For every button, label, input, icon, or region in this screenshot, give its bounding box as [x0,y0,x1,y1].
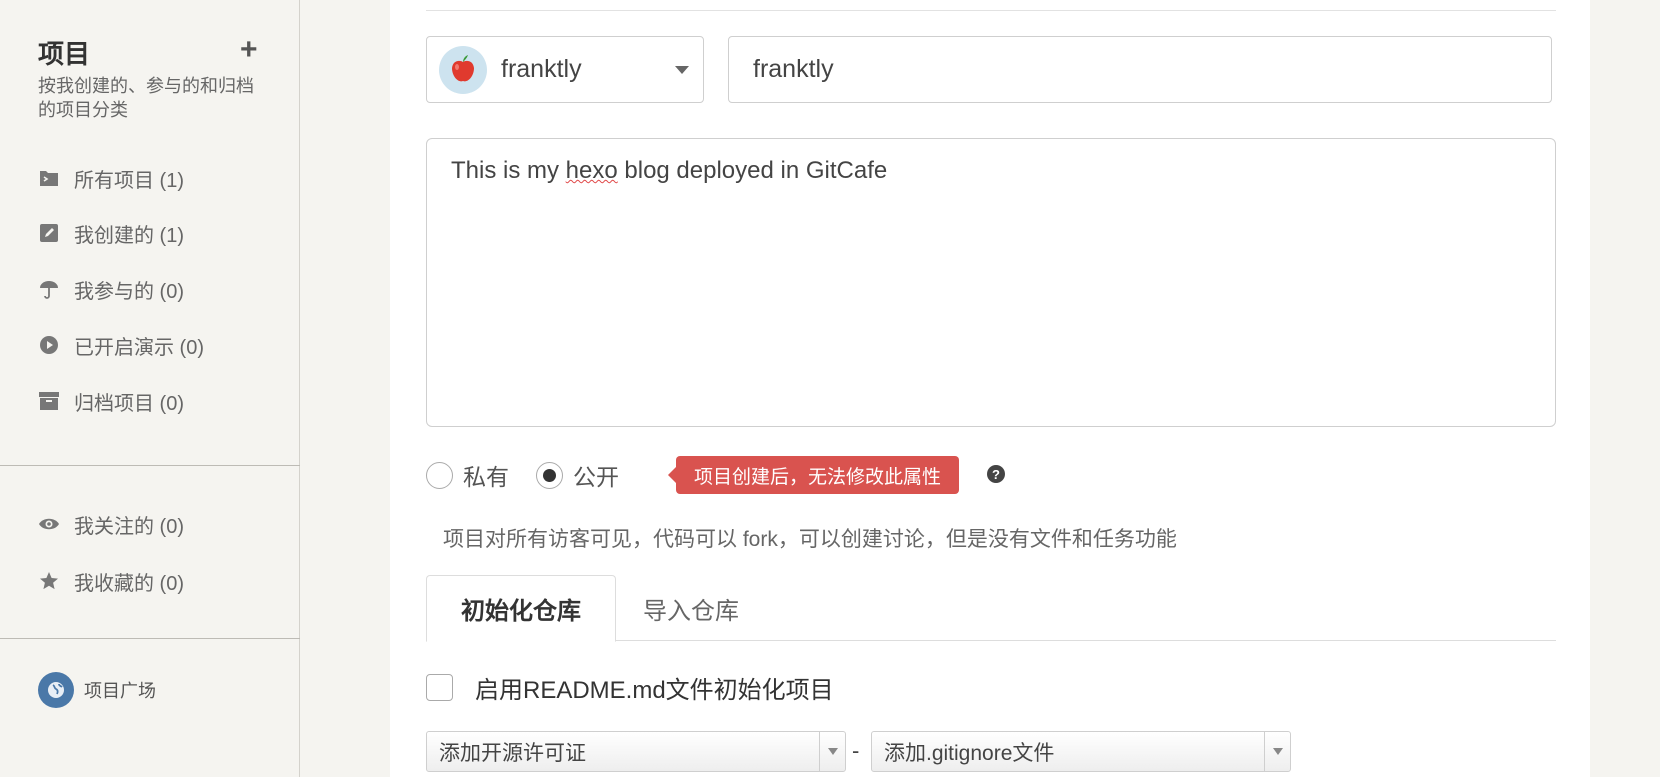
public-radio[interactable]: 公开 [536,458,619,492]
sidebar-item-demo[interactable]: 已开启演示 (0) [38,330,204,360]
sidebar-item-participated[interactable]: 我参与的 (0) [38,274,184,304]
sidebar-item-label: 我收藏的 (0) [74,572,184,595]
globe-icon [38,672,74,708]
edit-icon [38,222,60,244]
sidebar-header: 项目 [38,34,268,71]
sidebar-divider [0,465,300,466]
owner-name: franktly [501,55,582,83]
readme-checkbox-label: 启用README.md文件初始化项目 [475,677,834,704]
sidebar-item-favorites[interactable]: 我收藏的 (0) [38,566,184,596]
license-select[interactable]: 添加开源许可证 [426,731,846,772]
sidebar-description: 按我创建的、参与的和归档的项目分类 [38,76,254,120]
gitignore-select-value: 添加.gitignore文件 [884,741,1055,765]
add-project-icon[interactable]: + [240,35,258,65]
radio-dot [543,468,556,482]
tab-init-repo[interactable]: 初始化仓库 [426,575,616,642]
sidebar-item-label: 已开启演示 (0) [74,336,204,359]
project-plaza-label: 项目广场 [84,681,156,701]
gitignore-select[interactable]: 添加.gitignore文件 [871,731,1291,772]
visibility-tooltip: 项目创建后，无法修改此属性 [667,456,960,494]
init-tabs: 初始化仓库 导入仓库 [426,575,1556,642]
star-icon [38,570,60,592]
visibility-note: 项目对所有访客可见，代码可以 fork，可以创建讨论，但是没有文件和任务功能 [443,528,1177,551]
repo-name-input[interactable] [728,36,1552,103]
radio-circle [426,461,453,489]
page-right-margin [1590,0,1660,777]
avatar [439,45,487,94]
sidebar: 项目 + 按我创建的、参与的和归档的项目分类 所有项目 (1) 我创建的 (1)… [0,0,300,777]
top-divider [426,10,1556,11]
chevron-down-icon [1264,732,1290,771]
sidebar-item-archived[interactable]: 归档项目 (0) [38,386,184,416]
public-label: 公开 [573,464,619,490]
radio-circle [536,461,563,489]
sidebar-divider [0,638,300,639]
sidebar-item-label: 我创建的 (1) [74,224,184,247]
readme-checkbox[interactable]: 启用README.md文件初始化项目 [426,670,834,705]
select-separator: - [852,738,860,763]
project-plaza-link[interactable]: 项目广场 [38,672,156,708]
folder-icon [38,167,60,189]
sidebar-title: 项目 [38,39,91,69]
sidebar-item-watching[interactable]: 我关注的 (0) [38,509,184,539]
help-icon[interactable]: ? [987,465,1005,483]
checkbox-box [426,674,453,701]
archive-icon [38,390,60,412]
eye-icon [38,513,60,535]
chevron-down-icon [819,732,845,771]
sidebar-item-label: 我关注的 (0) [74,515,184,538]
tab-import-repo[interactable]: 导入仓库 [626,575,756,641]
sidebar-item-created[interactable]: 我创建的 (1) [38,218,184,248]
private-label: 私有 [463,464,509,490]
sidebar-item-label: 所有项目 (1) [74,169,184,192]
license-select-value: 添加开源许可证 [439,741,586,765]
create-project-form: franktly This is my hexo blog deployed i… [390,0,1590,777]
chevron-down-icon [675,66,689,74]
sidebar-item-label: 归档项目 (0) [74,392,184,415]
sidebar-item-label: 我参与的 (0) [74,280,184,303]
description-textarea[interactable] [426,138,1556,427]
sidebar-item-all-projects[interactable]: 所有项目 (1) [38,163,184,193]
umbrella-icon [38,278,60,300]
play-icon [38,334,60,356]
private-radio[interactable]: 私有 [426,458,509,492]
owner-select[interactable]: franktly [426,36,704,103]
